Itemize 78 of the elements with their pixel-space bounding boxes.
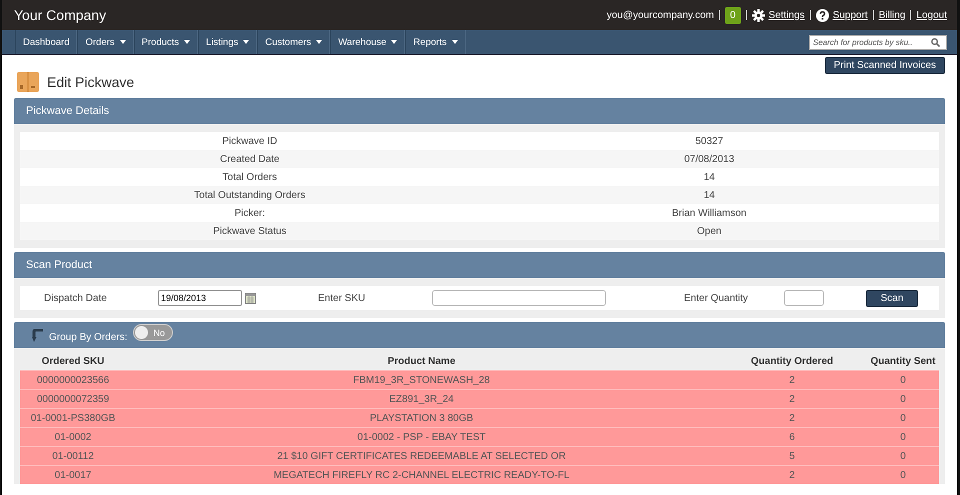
nav-item[interactable]: Customers <box>257 30 330 54</box>
table-cell-text: 0 <box>899 432 907 442</box>
back-arrow-icon <box>32 328 43 342</box>
detail-label: Pickwave Status <box>212 226 288 236</box>
nav-item[interactable]: Orders <box>77 30 134 54</box>
table-cell-text: FBM19_3R_STONEWASH_28 <box>352 374 491 386</box>
search-field[interactable]: Search for products by sku.. <box>809 34 947 50</box>
table-cell-text: 0 <box>899 412 907 424</box>
detail-value: 07/08/2013 <box>683 154 736 164</box>
detail-label: Pickwave ID <box>221 136 278 146</box>
nav-item[interactable]: Reports <box>405 30 466 54</box>
table-cell-text: PLAYSTATION 3 80GB <box>368 412 474 424</box>
table-cell-text: 01-0017 <box>54 470 92 480</box>
header-link[interactable]: Billing <box>878 10 906 20</box>
caret-icon <box>243 40 250 44</box>
column-header: Quantity Sent <box>869 356 936 366</box>
table-cell-text: 2 <box>788 394 796 404</box>
column-header: Ordered SKU <box>40 356 106 366</box>
nav-item[interactable]: Listings <box>198 30 258 54</box>
section-title: Pickwave Details <box>26 105 110 117</box>
table-cell-text: 01-0002 <box>54 432 92 442</box>
detail-value: Open <box>696 226 722 236</box>
table-cell-text: 0 <box>899 394 907 404</box>
sku-field[interactable] <box>432 290 606 306</box>
table-cell-text: 01-0001-PS380GB <box>30 412 116 424</box>
header-link[interactable]: Support <box>832 10 868 20</box>
calendar-icon[interactable] <box>245 292 256 304</box>
detail-label: Picker: <box>233 208 266 218</box>
table-cell-text: 5 <box>788 450 796 462</box>
table-cell-text: MEGATECH FIREFLY RC 2-CHANNEL ELECTRIC READY-TO-FL <box>272 470 570 480</box>
detail-value: 50327 <box>694 136 724 146</box>
settings-icon <box>752 8 765 22</box>
field-label: Enter SKU <box>318 292 366 304</box>
field-label: Dispatch Date <box>44 292 108 304</box>
table-cell-text: 0000000072359 <box>36 394 110 404</box>
detail-value: 14 <box>702 172 716 182</box>
user-email: you@yourcompany.com <box>606 10 714 20</box>
company-name: Your Company <box>14 7 106 23</box>
scan-button[interactable]: Scan <box>866 290 918 306</box>
table-cell-text: 0000000023566 <box>36 374 110 386</box>
detail-label: Created Date <box>219 154 280 164</box>
detail-value: 14 <box>702 190 716 200</box>
nav-item[interactable]: Warehouse <box>330 30 406 54</box>
table-cell-text: 2 <box>788 470 796 480</box>
detail-value: Brian Williamson <box>671 208 748 218</box>
caret-icon <box>184 40 190 44</box>
nav-item[interactable]: Products <box>134 30 198 54</box>
field-label: Enter Quantity <box>684 292 749 304</box>
detail-label: Total Orders <box>222 172 278 182</box>
caret-icon <box>316 40 322 44</box>
table-cell-text: 0 <box>899 374 907 386</box>
date-field[interactable]: 19/08/2013 <box>158 290 242 306</box>
table-cell-text: 2 <box>788 412 796 424</box>
table-cell-text: 2 <box>788 374 796 386</box>
nav-item[interactable]: Dashboard <box>15 30 78 54</box>
table-cell-text: EZ891_3R_24 <box>388 394 455 404</box>
page-title: Edit Pickwave <box>47 74 134 90</box>
print-scanned-invoices-button[interactable]: Print Scanned Invoices <box>824 57 945 74</box>
caret-icon <box>452 40 458 44</box>
search-icon <box>931 38 940 46</box>
group-by-label: Group By Orders: <box>49 332 128 343</box>
column-header: Product Name <box>386 356 456 366</box>
table-cell-text: 01-00112 <box>51 450 95 462</box>
table-cell-text: 21 $10 GIFT CERTIFICATES REDEEMABLE AT SELECTED OR <box>276 450 567 462</box>
header-link[interactable]: Settings <box>768 10 805 20</box>
section-title: Scan Product <box>26 259 92 271</box>
help-icon <box>816 8 829 22</box>
caret-icon <box>120 40 126 44</box>
table-cell-text: 0 <box>899 450 907 462</box>
box-icon <box>17 72 39 92</box>
column-header: Quantity Ordered <box>750 356 834 366</box>
detail-label: Total Outstanding Orders <box>193 190 306 200</box>
quantity-field[interactable] <box>784 290 824 306</box>
table-cell-text: 0 <box>899 470 907 480</box>
table-cell-text: 6 <box>788 432 796 442</box>
caret-icon <box>391 40 398 44</box>
table-cell-text: 01-0002 - PSP - EBAY TEST <box>356 432 487 442</box>
header-link[interactable]: Logout <box>916 10 947 20</box>
